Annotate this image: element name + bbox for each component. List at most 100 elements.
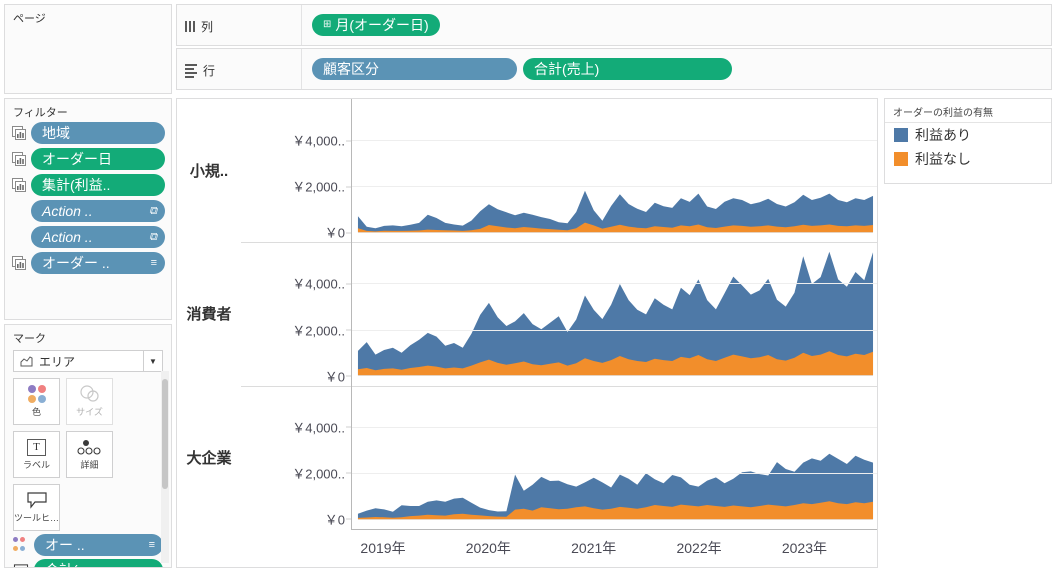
y-axis[interactable]: ￥0 ￥2,000.. ￥4,000.. [241, 99, 351, 242]
rows-shelf-pills[interactable]: 顧客区分 合計(売上) [301, 49, 1051, 89]
pill-sum-sales[interactable]: 合計(売上) [523, 58, 732, 80]
pill-marks-order-profit[interactable]: オー .. ≡ [34, 534, 163, 556]
filter-item[interactable]: オーダー日 [5, 146, 171, 172]
marks-scrollbar[interactable] [161, 371, 169, 563]
y-axis-tick-label: ￥0 [325, 366, 351, 385]
pill-label: 顧客区分 [323, 61, 379, 77]
filters-shelf[interactable]: フィルター 地域 オーダー日 集計(利益.. Action .. ⧉ Action .. ⧉… [4, 98, 172, 320]
color-legend-title: オーダーの利益の有無 [885, 99, 1051, 123]
filter-spacer [12, 230, 27, 244]
pill-label: 合計(.. [45, 563, 85, 567]
y-axis-tick-label: ￥2,000.. [292, 320, 351, 339]
gridline [352, 140, 877, 142]
filter-item[interactable]: オーダー .. ≡ [5, 250, 171, 276]
date-hierarchy-expand-icon[interactable]: ⊞ [323, 20, 331, 30]
color-legend-items[interactable]: 利益あり 利益なし [885, 123, 1051, 171]
filters-list[interactable]: 地域オーダー日集計(利益.. Action .. ⧉ Action .. ⧉ オーダー .… [5, 120, 171, 276]
legend-swatch-icon[interactable] [894, 152, 908, 166]
marks-card[interactable]: マーク エリア ▼ 色 サイズ T ラベル 詳細 ツールヒ… オー .. ≡ [4, 324, 172, 568]
area-mark-icon [20, 355, 33, 366]
gridline [352, 283, 877, 285]
marks-tooltip-button[interactable]: ツールヒ… [13, 484, 60, 531]
pill-filter-4[interactable]: Action .. ⧉ [31, 226, 165, 248]
chevron-down-icon[interactable]: ▼ [143, 351, 162, 371]
legend-item[interactable]: 利益なし [885, 147, 1051, 171]
area-chart-plot[interactable] [351, 385, 877, 529]
columns-icon [185, 21, 195, 32]
marks-button-label: ラベル [22, 459, 50, 470]
color-legend[interactable]: オーダーの利益の有無 利益あり利益なし [884, 98, 1052, 184]
pill-label: オー .. [45, 537, 85, 553]
pill-filter-1[interactable]: オーダー日 [31, 148, 165, 170]
filter-item[interactable]: 集計(利益.. [5, 172, 171, 198]
pill-filter-3[interactable]: Action .. ⧉ [31, 200, 165, 222]
area-chart-plot[interactable] [351, 99, 877, 243]
chart-row-panel[interactable]: 大企業 ￥0 ￥2,000.. ￥4,000.. [177, 385, 877, 529]
filter-card-icon [12, 256, 27, 270]
marks-label-button[interactable]: T ラベル [13, 431, 60, 478]
marks-pill-tooltip[interactable]: 合計(.. [5, 556, 171, 567]
legend-swatch-icon[interactable] [894, 128, 908, 142]
y-axis-tick-label: ￥4,000.. [292, 274, 351, 293]
gridline [352, 329, 877, 331]
row-header-label: 消費者 [186, 306, 232, 324]
x-axis-tick-label: 2020年 [465, 540, 511, 556]
pill-sort-icon[interactable]: ≡ [151, 257, 157, 269]
chart-row-panel[interactable]: 消費者 ￥0 ￥2,000.. ￥4,000.. [177, 242, 877, 386]
pill-action-link-icon[interactable]: ⧉ [149, 205, 157, 217]
detail-dots-icon [76, 440, 101, 455]
pill-customer-segment[interactable]: 顧客区分 [312, 58, 517, 80]
row-header-label: 小規.. [189, 163, 229, 181]
chart-row-panel[interactable]: 小規.. ￥0 ￥2,000.. ￥4,000.. [177, 99, 877, 243]
marks-button-label: サイズ [76, 407, 103, 417]
marks-button-label: ツールヒ… [14, 513, 60, 523]
filter-item[interactable]: 地域 [5, 120, 171, 146]
rows-shelf[interactable]: 行 顧客区分 合計(売上) [176, 48, 1052, 90]
pill-filter-0[interactable]: 地域 [31, 122, 165, 144]
color-palette-icon [27, 385, 46, 403]
marks-button-label: 詳細 [80, 460, 99, 470]
filter-item[interactable]: Action .. ⧉ [5, 224, 171, 250]
columns-shelf-pills[interactable]: ⊞ 月(オーダー日) [301, 5, 1051, 45]
marks-pill-color[interactable]: オー .. ≡ [5, 531, 171, 556]
pages-shelf-title: ページ [13, 13, 46, 25]
pill-sort-icon[interactable]: ≡ [149, 539, 155, 551]
pill-label: Action .. [42, 229, 93, 245]
filter-item[interactable]: Action .. ⧉ [5, 198, 171, 224]
marks-detail-button[interactable]: 詳細 [66, 431, 113, 478]
rows-icon [185, 63, 197, 78]
y-axis[interactable]: ￥0 ￥2,000.. ￥4,000.. [241, 386, 351, 529]
mark-type-selector[interactable]: エリア ▼ [13, 350, 163, 372]
x-axis[interactable]: 2019年 2020年 2021年 2022年 2023年 [351, 529, 877, 567]
legend-label: 利益あり [915, 127, 971, 143]
columns-shelf[interactable]: 列 ⊞ 月(オーダー日) [176, 4, 1052, 46]
gridline [352, 472, 877, 474]
pages-shelf[interactable]: ページ [4, 4, 172, 94]
pill-label: 合計(売上) [534, 61, 600, 77]
mark-type-value: エリア [39, 354, 76, 369]
marks-color-button[interactable]: 色 [13, 378, 60, 425]
visualization-canvas[interactable]: 小規.. ￥0 ￥2,000.. ￥4,000.. 消費者 ￥0 ￥2,000.. ￥4,00… [176, 98, 878, 568]
marks-buttons[interactable]: 色 サイズ T ラベル 詳細 ツールヒ… [5, 372, 171, 531]
marks-size-button[interactable]: サイズ [66, 378, 113, 425]
pill-label: Action .. [42, 203, 93, 219]
pill-filter-5[interactable]: オーダー .. ≡ [31, 252, 165, 274]
pill-marks-sum-sales[interactable]: 合計(.. [34, 559, 163, 567]
viz-rows[interactable]: 小規.. ￥0 ￥2,000.. ￥4,000.. 消費者 ￥0 ￥2,000.. ￥4,00… [177, 99, 877, 567]
y-axis-tick-label: ￥0 [325, 223, 351, 242]
pill-action-link-icon[interactable]: ⧉ [149, 231, 157, 243]
area-chart-plot[interactable] [351, 242, 877, 386]
color-palette-icon [13, 537, 29, 553]
filter-card-icon [12, 178, 27, 192]
pill-filter-2[interactable]: 集計(利益.. [31, 174, 165, 196]
gridline [352, 186, 877, 188]
y-axis-tick-label: ￥4,000.. [292, 131, 351, 150]
x-axis-tick-label: 2021年 [571, 540, 617, 556]
marks-scrollbar-thumb[interactable] [162, 379, 168, 489]
filter-card-icon [12, 152, 27, 166]
pill-month-order-date[interactable]: ⊞ 月(オーダー日) [312, 14, 440, 36]
legend-item[interactable]: 利益あり [885, 123, 1051, 147]
y-axis[interactable]: ￥0 ￥2,000.. ￥4,000.. [241, 242, 351, 385]
legend-label: 利益なし [915, 151, 971, 167]
tooltip-icon [26, 492, 47, 509]
